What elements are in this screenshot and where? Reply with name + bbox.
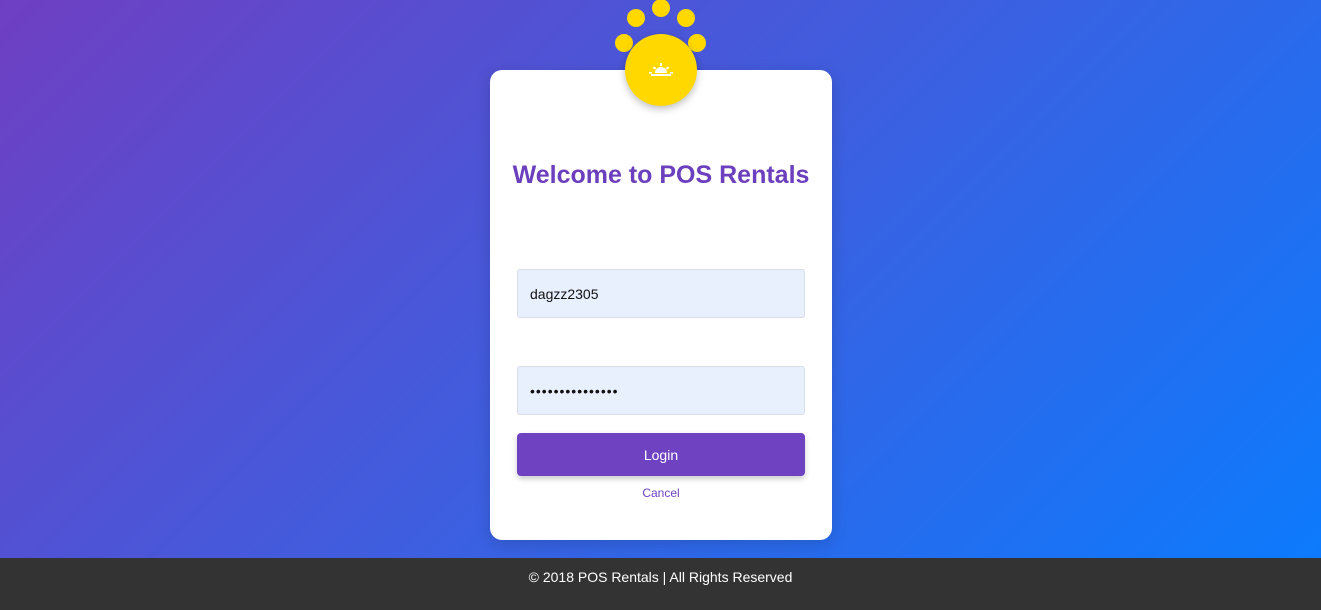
logo-dot [627, 9, 645, 27]
logo [610, 0, 710, 110]
cancel-link[interactable]: Cancel [490, 486, 832, 500]
password-input[interactable] [517, 366, 805, 415]
sunrise-icon [649, 62, 673, 78]
username-input[interactable] [517, 269, 805, 318]
page-title: Welcome to POS Rentals [512, 161, 810, 189]
logo-dot [677, 9, 695, 27]
login-page: Welcome to POS Rentals Login Cancel [0, 0, 1321, 610]
login-card: Welcome to POS Rentals Login Cancel [490, 70, 832, 540]
login-button[interactable]: Login [517, 433, 805, 476]
logo-circle [625, 34, 697, 106]
logo-dot [652, 0, 670, 17]
footer-text: © 2018 POS Rentals | All Rights Reserved [528, 569, 793, 585]
footer: © 2018 POS Rentals | All Rights Reserved [0, 558, 1321, 610]
